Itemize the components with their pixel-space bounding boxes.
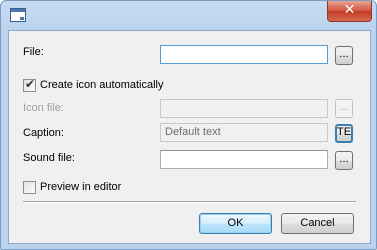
close-button[interactable]: ✕ [327, 1, 372, 22]
checkmark-icon: ✔ [25, 77, 36, 91]
sound-file-input[interactable] [160, 150, 328, 169]
file-browse-button[interactable]: ... [335, 46, 353, 65]
icon-file-browse-button: ... [335, 99, 353, 118]
sound-file-label: Sound file: [23, 152, 75, 164]
icon-file-label: Icon file: [23, 102, 64, 114]
caption-text-editor-button[interactable]: TE [335, 124, 353, 143]
close-icon: ✕ [343, 2, 356, 18]
create-icon-checkbox[interactable]: ✔ [23, 77, 36, 92]
create-icon-label: Create icon automatically [40, 79, 164, 91]
dialog-window: ✕ File: ... ✔ Create icon automatically … [0, 0, 377, 250]
ok-button[interactable]: OK [199, 213, 272, 234]
cancel-button[interactable]: Cancel [281, 213, 354, 234]
icon-file-input [160, 99, 328, 118]
title-bar[interactable]: ✕ [1, 1, 376, 30]
dialog-body: File: ... ✔ Create icon automatically Ic… [8, 30, 371, 244]
preview-label: Preview in editor [40, 181, 122, 193]
window-app-icon [10, 8, 26, 22]
caption-label: Caption: [23, 127, 64, 139]
preview-checkbox[interactable] [23, 181, 36, 194]
sound-file-browse-button[interactable]: ... [335, 151, 353, 170]
file-label: File: [23, 46, 44, 58]
caption-input[interactable]: Default text [160, 123, 328, 142]
separator [23, 201, 356, 203]
file-input[interactable] [160, 45, 328, 64]
